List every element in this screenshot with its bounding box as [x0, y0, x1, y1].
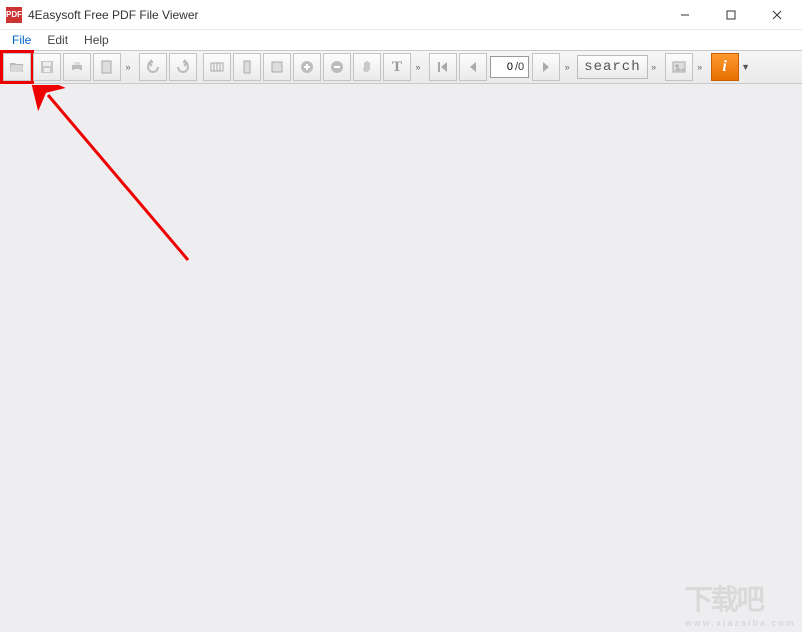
print-button[interactable]	[63, 53, 91, 81]
info-icon: i	[722, 58, 726, 76]
menu-file[interactable]: File	[4, 31, 39, 49]
minimize-button[interactable]	[662, 1, 708, 29]
app-icon: PDF	[6, 7, 22, 23]
snapshot-button[interactable]	[665, 53, 693, 81]
toolbar: » T » /0 » search »	[0, 50, 802, 84]
document-viewport	[0, 84, 802, 632]
toolbar-overflow-1[interactable]: »	[122, 53, 134, 81]
hand-icon	[359, 59, 375, 75]
toolbar-overflow-2[interactable]: »	[412, 53, 424, 81]
open-file-button[interactable]	[3, 53, 31, 81]
zoom-in-button[interactable]	[293, 53, 321, 81]
minus-circle-icon	[329, 59, 345, 75]
hand-tool-button[interactable]	[353, 53, 381, 81]
next-page-button[interactable]	[532, 53, 560, 81]
next-page-icon	[538, 59, 554, 75]
floppy-disk-icon	[39, 59, 55, 75]
text-select-button[interactable]: T	[383, 53, 411, 81]
text-tool-icon: T	[392, 59, 402, 76]
menu-help[interactable]: Help	[76, 31, 117, 49]
rotate-right-icon	[175, 59, 191, 75]
actual-size-icon	[269, 59, 285, 75]
plus-circle-icon	[299, 59, 315, 75]
titlebar: PDF 4Easysoft Free PDF File Viewer	[0, 0, 802, 30]
fit-width-icon	[209, 59, 225, 75]
folder-open-icon	[9, 59, 25, 75]
page-icon	[99, 59, 115, 75]
fit-page-button[interactable]	[233, 53, 261, 81]
fit-page-icon	[239, 59, 255, 75]
rotate-left-button[interactable]	[139, 53, 167, 81]
prev-page-icon	[465, 59, 481, 75]
zoom-out-button[interactable]	[323, 53, 351, 81]
rotate-left-icon	[145, 59, 161, 75]
page-number-box: /0	[490, 56, 529, 78]
actual-size-button[interactable]	[263, 53, 291, 81]
about-button[interactable]: i	[711, 53, 739, 81]
menubar: File Edit Help	[0, 30, 802, 50]
watermark: 下载吧 www.xiazaiba.com	[685, 578, 796, 628]
page-total-label: /0	[513, 61, 526, 73]
page-number-input[interactable]	[493, 61, 513, 73]
toolbar-overflow-4[interactable]: »	[648, 53, 660, 81]
rotate-right-button[interactable]	[169, 53, 197, 81]
fit-width-button[interactable]	[203, 53, 231, 81]
maximize-button[interactable]	[708, 1, 754, 29]
printer-icon	[69, 59, 85, 75]
window-controls	[662, 1, 800, 29]
menu-edit[interactable]: Edit	[39, 31, 76, 49]
first-page-icon	[435, 59, 451, 75]
close-button[interactable]	[754, 1, 800, 29]
window-title: 4Easysoft Free PDF File Viewer	[28, 8, 199, 22]
prev-page-button[interactable]	[459, 53, 487, 81]
search-box[interactable]: search	[577, 55, 647, 79]
search-placeholder: search	[584, 59, 640, 75]
save-button[interactable]	[33, 53, 61, 81]
toolbar-overflow-3[interactable]: »	[561, 53, 573, 81]
image-icon	[671, 59, 687, 75]
document-properties-button[interactable]	[93, 53, 121, 81]
about-dropdown[interactable]: ▼	[740, 53, 752, 81]
toolbar-overflow-5[interactable]: »	[694, 53, 706, 81]
first-page-button[interactable]	[429, 53, 457, 81]
